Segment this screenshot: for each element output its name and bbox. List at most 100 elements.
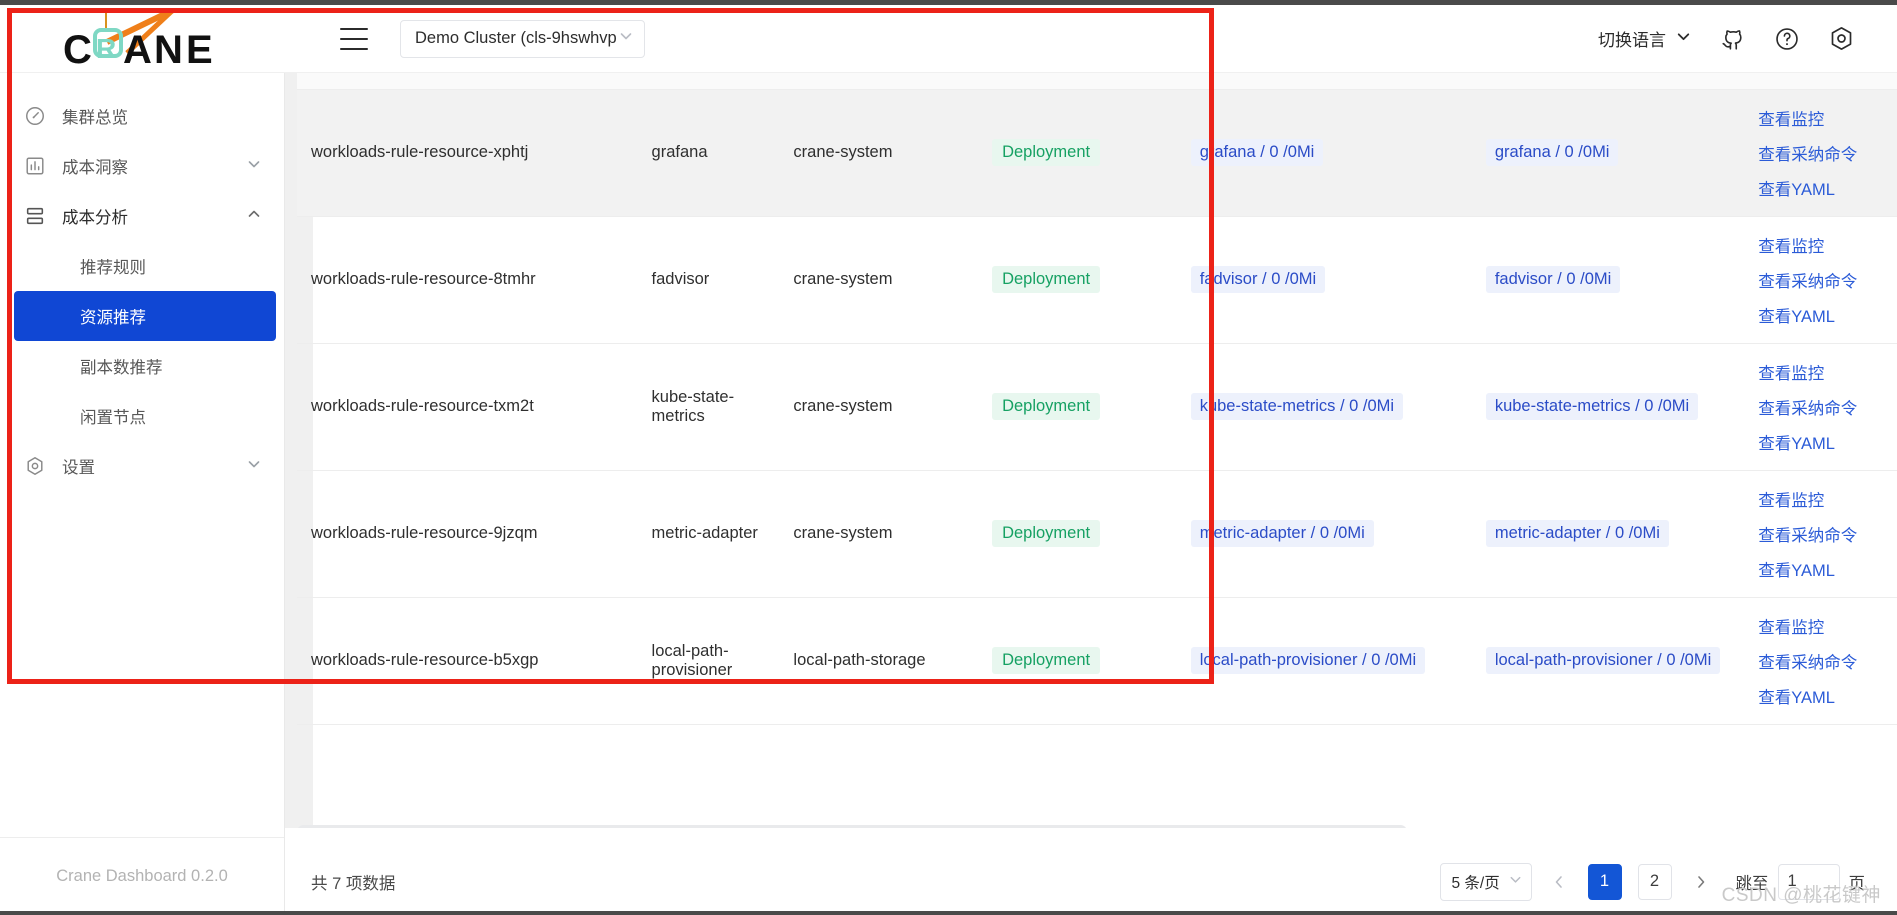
view-yaml-link[interactable]: 查看YAML <box>1758 303 1897 327</box>
sidebar-item-cost-insight[interactable]: 成本洞察 <box>0 141 284 191</box>
sidebar-item-replica-recommendation[interactable]: 副本数推荐 <box>14 341 276 391</box>
crane-logo-icon: C R A N E <box>55 7 230 70</box>
sidebar-item-recommendation-rules[interactable]: 推荐规则 <box>14 241 276 291</box>
column-header-kind[interactable]: 类型 <box>978 73 1177 90</box>
sidebar-item-cluster-overview[interactable]: 集群总览 <box>0 91 284 141</box>
cell-namespace: crane-system <box>779 343 979 471</box>
row-action-links: 查看监控 查看采纳命令 查看YAML <box>1758 487 1897 581</box>
table-row[interactable]: workloads-rule-resource-xphtj grafana cr… <box>297 89 1897 217</box>
view-adoption-command-link[interactable]: 查看采纳命令 <box>1758 522 1897 546</box>
sidebar-menu: 集群总览 成本洞察 成本分析 推荐规则 资源推荐 副本数推荐 闲置节点 设置 <box>0 73 284 837</box>
table-horizontal-scrollbar[interactable] <box>297 825 1407 828</box>
column-header-name[interactable]: 名称 <box>297 73 638 90</box>
hamburger-bar <box>340 37 368 40</box>
crane-logo-svg: C R A N E <box>63 7 213 70</box>
view-yaml-link[interactable]: 查看YAML <box>1758 557 1897 581</box>
chevron-up-icon <box>246 206 262 227</box>
cell-current: grafana / 0 /0Mi <box>1471 89 1745 217</box>
svg-text:R: R <box>96 33 116 64</box>
column-header-workload[interactable]: 工作负载 <box>637 73 780 90</box>
row-action-links: 查看监控 查看采纳命令 查看YAML <box>1758 614 1897 708</box>
table-row[interactable]: workloads-rule-resource-9jzqm metric-ada… <box>297 470 1897 598</box>
jump-page-input[interactable] <box>1777 863 1840 900</box>
column-header-current[interactable]: 当前值 <box>1471 73 1745 90</box>
page-number-1[interactable]: 1 <box>1587 863 1622 900</box>
recommendation-badge: fadvisor / 0 /0Mi <box>1190 266 1326 293</box>
hamburger-icon[interactable] <box>340 27 368 50</box>
cell-namespace: local-path-storage <box>779 597 979 725</box>
recommendation-badge: kube-state-metrics / 0 /0Mi <box>1190 393 1404 420</box>
sidebar-item-label: 副本数推荐 <box>80 359 163 377</box>
sidebar-item-cost-analysis[interactable]: 成本分析 <box>0 191 284 241</box>
current-value-badge: local-path-provisioner / 0 /0Mi <box>1485 647 1721 674</box>
cell-recommendation: fadvisor / 0 /0Mi <box>1176 216 1472 344</box>
chevron-down-icon <box>246 156 262 177</box>
view-yaml-link[interactable]: 查看YAML <box>1758 176 1897 200</box>
layout-split-icon <box>24 205 50 227</box>
chevron-right-icon[interactable] <box>1686 865 1716 899</box>
recommendation-table-region: 名称 工作负载 命名空间 类型 推荐结果 当前值 操作 workloads-ru… <box>285 73 1897 828</box>
page-size-label: 5 条/页 <box>1451 874 1500 892</box>
cell-actions: 查看监控 查看采纳命令 查看YAML <box>1744 343 1897 471</box>
dashboard-version-label: Crane Dashboard 0.2.0 <box>56 867 228 885</box>
column-header-namespace[interactable]: 命名空间 <box>779 73 979 90</box>
view-monitoring-link[interactable]: 查看监控 <box>1758 614 1897 638</box>
sidebar-item-idle-nodes[interactable]: 闲置节点 <box>14 391 276 441</box>
table-row[interactable]: workloads-rule-resource-b5xgp local-path… <box>297 597 1897 725</box>
chevron-down-icon <box>618 28 634 49</box>
table-header-row: 名称 工作负载 命名空间 类型 推荐结果 当前值 操作 <box>297 73 1897 90</box>
cluster-selector[interactable]: Demo Cluster (cls-9hswhvp <box>400 19 645 58</box>
cell-current: fadvisor / 0 /0Mi <box>1471 216 1745 344</box>
chevron-down-icon <box>246 456 262 477</box>
hamburger-bar <box>340 47 368 50</box>
svg-text:A: A <box>123 28 152 70</box>
view-yaml-link[interactable]: 查看YAML <box>1758 430 1897 454</box>
column-header-actions: 操作 <box>1744 73 1897 90</box>
cell-name: workloads-rule-resource-9jzqm <box>297 470 638 598</box>
table-row[interactable]: workloads-rule-resource-txm2t kube-state… <box>297 343 1897 471</box>
column-header-recommendation[interactable]: 推荐结果 <box>1176 73 1472 90</box>
app-logo[interactable]: C R A N E <box>0 5 285 73</box>
view-monitoring-link[interactable]: 查看监控 <box>1758 487 1897 511</box>
cell-recommendation: grafana / 0 /0Mi <box>1176 89 1472 217</box>
cell-kind: Deployment <box>978 597 1177 725</box>
row-action-links: 查看监控 查看采纳命令 查看YAML <box>1758 233 1897 327</box>
table-body: workloads-rule-resource-xphtj grafana cr… <box>297 89 1897 725</box>
header-actions: 切换语言 <box>1598 25 1897 52</box>
cell-name: workloads-rule-resource-txm2t <box>297 343 638 471</box>
view-monitoring-link[interactable]: 查看监控 <box>1758 360 1897 384</box>
page-number-2[interactable]: 2 <box>1637 863 1672 900</box>
view-yaml-link[interactable]: 查看YAML <box>1758 684 1897 708</box>
view-adoption-command-link[interactable]: 查看采纳命令 <box>1758 141 1897 165</box>
sidebar-item-settings[interactable]: 设置 <box>0 441 284 491</box>
view-adoption-command-link[interactable]: 查看采纳命令 <box>1758 395 1897 419</box>
sidebar-item-resource-recommendation[interactable]: 资源推荐 <box>14 291 276 341</box>
cell-kind: Deployment <box>978 470 1177 598</box>
cell-kind: Deployment <box>978 89 1177 217</box>
view-monitoring-link[interactable]: 查看监控 <box>1758 106 1897 130</box>
chevron-left-icon[interactable] <box>1544 865 1574 899</box>
question-circle-icon[interactable] <box>1774 26 1800 52</box>
sidebar-item-label: 成本分析 <box>62 209 128 227</box>
gear-icon[interactable] <box>1828 25 1855 52</box>
page-size-selector[interactable]: 5 条/页 <box>1439 862 1532 901</box>
cell-namespace: crane-system <box>779 216 979 344</box>
recommendation-badge: grafana / 0 /0Mi <box>1190 139 1324 166</box>
sidebar-item-label: 成本洞察 <box>62 159 128 177</box>
kind-badge: Deployment <box>992 647 1101 674</box>
main-content: 名称 工作负载 命名空间 类型 推荐结果 当前值 操作 workloads-ru… <box>285 73 1897 915</box>
cell-kind: Deployment <box>978 216 1177 344</box>
svg-text:E: E <box>186 28 213 70</box>
cell-current: kube-state-metrics / 0 /0Mi <box>1471 343 1745 471</box>
language-switcher[interactable]: 切换语言 <box>1598 26 1692 51</box>
cell-name: workloads-rule-resource-8tmhr <box>297 216 638 344</box>
app-root: C R A N E Demo Cluster (cls-9hswhvp 切换语言 <box>0 0 1897 915</box>
view-monitoring-link[interactable]: 查看监控 <box>1758 233 1897 257</box>
table-row[interactable]: workloads-rule-resource-8tmhr fadvisor c… <box>297 216 1897 344</box>
view-adoption-command-link[interactable]: 查看采纳命令 <box>1758 268 1897 292</box>
github-icon[interactable] <box>1720 26 1746 52</box>
resource-recommendation-table: 名称 工作负载 命名空间 类型 推荐结果 当前值 操作 workloads-ru… <box>297 73 1897 725</box>
view-adoption-command-link[interactable]: 查看采纳命令 <box>1758 649 1897 673</box>
current-value-badge: metric-adapter / 0 /0Mi <box>1485 520 1669 547</box>
cell-namespace: crane-system <box>779 470 979 598</box>
